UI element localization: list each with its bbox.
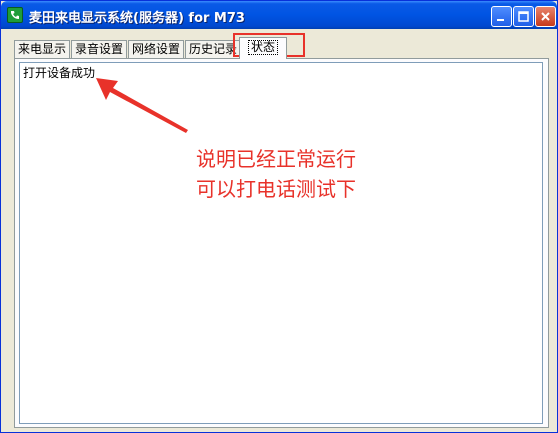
- tab-status-label: 状态: [247, 40, 278, 55]
- tab-status[interactable]: 状态: [239, 37, 287, 59]
- annotation-line-1: 说明已经正常运行: [196, 147, 356, 171]
- annotation-line-2: 可以打电话测试下: [196, 177, 356, 201]
- annotation-arrow: [96, 78, 188, 133]
- annotation-text: 说明已经正常运行 可以打电话测试下: [196, 144, 356, 204]
